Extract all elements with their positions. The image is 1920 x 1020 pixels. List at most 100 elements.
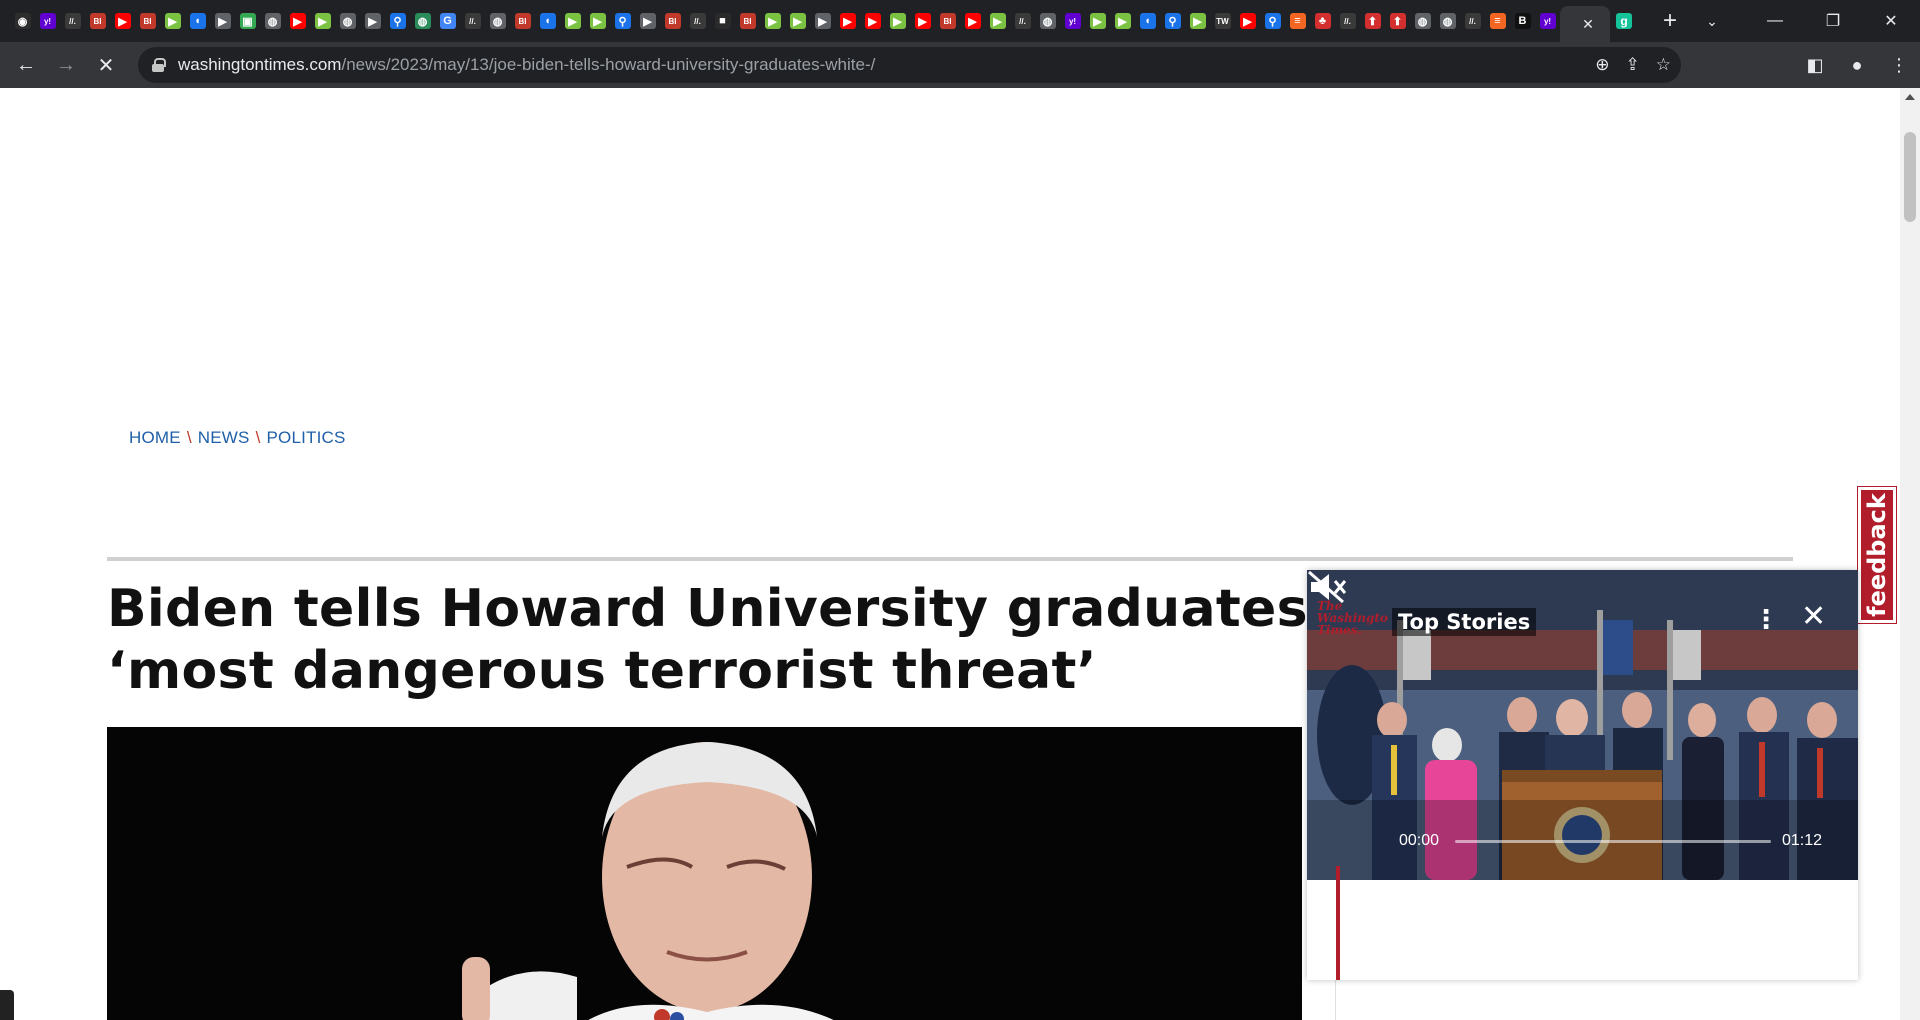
stop-loading-icon[interactable]: ✕ xyxy=(86,45,126,85)
zoom-icon[interactable]: ⊕ xyxy=(1595,55,1609,75)
share-icon[interactable]: ⇪ xyxy=(1626,55,1640,75)
tab-search[interactable]: ⚲ xyxy=(1260,0,1285,42)
minimize-icon[interactable]: — xyxy=(1746,0,1804,42)
tab-news[interactable]: TW xyxy=(1210,0,1235,42)
tab-dark[interactable]: ■ xyxy=(710,0,735,42)
breadcrumb-news[interactable]: NEWS xyxy=(198,428,250,447)
tab-google[interactable]: G xyxy=(435,0,460,42)
tab-leaf[interactable]: ♣ xyxy=(1310,0,1335,42)
player-close-icon[interactable]: ✕ xyxy=(1801,602,1826,632)
tab-map[interactable]: ▣ xyxy=(235,0,260,42)
tab-youtube[interactable]: ▶ xyxy=(1235,0,1260,42)
tab-play[interactable]: ▶ xyxy=(1085,0,1110,42)
side-panel-icon[interactable]: ◧ xyxy=(1794,44,1836,86)
tab-bi[interactable]: BI xyxy=(135,0,160,42)
player-title: Top Stories xyxy=(1392,608,1537,636)
tab-bars[interactable]: ≡ xyxy=(1485,0,1510,42)
tab-search[interactable]: ⚲ xyxy=(610,0,635,42)
tab-pin[interactable]: ⬆ xyxy=(1385,0,1410,42)
tab-bi[interactable]: BI xyxy=(660,0,685,42)
tab-globe[interactable]: ◍ xyxy=(1035,0,1060,42)
feedback-tab[interactable]: feedback xyxy=(1857,486,1897,624)
restore-icon[interactable]: ❐ xyxy=(1804,0,1862,42)
tab-play[interactable]: ▶ xyxy=(785,0,810,42)
player-menu-icon[interactable]: ⋮ xyxy=(1753,606,1779,632)
tab-doc[interactable]: //. xyxy=(1010,0,1035,42)
tab-youtube[interactable]: ▶ xyxy=(835,0,860,42)
tab-arrow[interactable]: ▶ xyxy=(810,0,835,42)
tab-doc[interactable]: //. xyxy=(60,0,85,42)
tab-yahoo[interactable]: y! xyxy=(35,0,60,42)
video-frame[interactable]: The Washingto Times. Top Stories ⋮ ✕ 00:… xyxy=(1307,570,1858,880)
tab-bi[interactable]: BI xyxy=(935,0,960,42)
tab-active[interactable]: ✕ xyxy=(1560,6,1610,42)
yahoo-favicon-icon: y! xyxy=(1064,13,1081,29)
tab-doc[interactable]: //. xyxy=(1460,0,1485,42)
breadcrumb-home[interactable]: HOME xyxy=(129,428,181,447)
tab-shield[interactable]: ◖ xyxy=(185,0,210,42)
tab-play[interactable]: ▶ xyxy=(560,0,585,42)
tab-search[interactable]: ⚲ xyxy=(385,0,410,42)
forward-arrow-icon[interactable]: → xyxy=(46,45,86,85)
tab-globe[interactable]: ◍ xyxy=(410,0,435,42)
progress-track[interactable] xyxy=(1455,840,1771,843)
more-menu-icon[interactable]: ⋮ xyxy=(1878,44,1920,86)
bars-favicon-icon: ≡ xyxy=(1289,13,1306,29)
tab-bars[interactable]: ≡ xyxy=(1285,0,1310,42)
tab-b[interactable]: B xyxy=(1510,0,1535,42)
tab-pin[interactable]: ⬆ xyxy=(1360,0,1385,42)
tab-bi[interactable]: BI xyxy=(735,0,760,42)
tab-play[interactable]: ▶ xyxy=(1185,0,1210,42)
tab-doc[interactable]: //. xyxy=(685,0,710,42)
tab-play[interactable]: ▶ xyxy=(310,0,335,42)
tab-play[interactable]: ▶ xyxy=(985,0,1010,42)
profile-icon[interactable]: ● xyxy=(1836,44,1878,86)
tab-youtube[interactable]: ▶ xyxy=(860,0,885,42)
tab-arrow[interactable]: ▶ xyxy=(210,0,235,42)
scroll-thumb[interactable] xyxy=(1904,132,1916,222)
address-bar[interactable]: washingtontimes.com/news/2023/may/13/joe… xyxy=(138,47,1681,83)
tab-yahoo[interactable]: y! xyxy=(1060,0,1085,42)
scroll-up-arrow-icon[interactable] xyxy=(1905,94,1915,100)
close-tab-icon[interactable]: ✕ xyxy=(1582,16,1594,33)
bi-favicon-icon: BI xyxy=(89,13,106,29)
tab-youtube[interactable]: ▶ xyxy=(960,0,985,42)
new-tab-icon[interactable]: + xyxy=(1652,0,1688,42)
tab-globe[interactable]: ◍ xyxy=(485,0,510,42)
page-scrollbar[interactable] xyxy=(1900,88,1920,1020)
close-window-icon[interactable]: ✕ xyxy=(1862,0,1920,42)
tab-play[interactable]: ▶ xyxy=(160,0,185,42)
tab-yahoo[interactable]: y! xyxy=(1535,0,1560,42)
tab-play[interactable]: ▶ xyxy=(585,0,610,42)
tab-bi[interactable]: BI xyxy=(85,0,110,42)
play-favicon-icon: ▶ xyxy=(1189,13,1206,29)
tab-globe[interactable]: ◍ xyxy=(260,0,285,42)
tab-doc[interactable]: //. xyxy=(460,0,485,42)
tab-youtube[interactable]: ▶ xyxy=(285,0,310,42)
tab-doc[interactable]: //. xyxy=(1335,0,1360,42)
tab-youtube[interactable]: ▶ xyxy=(910,0,935,42)
tab-shield[interactable]: ◖ xyxy=(1135,0,1160,42)
breadcrumb-politics[interactable]: POLITICS xyxy=(267,428,346,447)
lock-icon[interactable] xyxy=(152,58,166,72)
tab-search[interactable]: ⚲ xyxy=(1160,0,1185,42)
bookmark-star-icon[interactable]: ☆ xyxy=(1656,55,1671,75)
tab-shield[interactable]: ◖ xyxy=(535,0,560,42)
tab-arrow[interactable]: ▶ xyxy=(360,0,385,42)
tab-play[interactable]: ▶ xyxy=(1110,0,1135,42)
tab-globe[interactable]: ◍ xyxy=(1435,0,1460,42)
back-arrow-icon[interactable]: ← xyxy=(6,45,46,85)
tab-play[interactable]: ▶ xyxy=(885,0,910,42)
tab-bi[interactable]: BI xyxy=(510,0,535,42)
globe-favicon-icon: ◍ xyxy=(489,13,506,29)
tab-globe[interactable]: ◍ xyxy=(335,0,360,42)
corner-widget[interactable] xyxy=(0,990,14,1020)
tab-chrome[interactable]: ◉ xyxy=(10,0,35,42)
tab-arrow[interactable]: ▶ xyxy=(635,0,660,42)
tab-search-icon[interactable]: ⌄ xyxy=(1692,0,1732,42)
mute-icon[interactable] xyxy=(1307,570,1347,604)
tab-globe[interactable]: ◍ xyxy=(1410,0,1435,42)
tab-play[interactable]: ▶ xyxy=(760,0,785,42)
tab-youtube[interactable]: ▶ xyxy=(110,0,135,42)
current-time: 00:00 xyxy=(1399,832,1440,849)
